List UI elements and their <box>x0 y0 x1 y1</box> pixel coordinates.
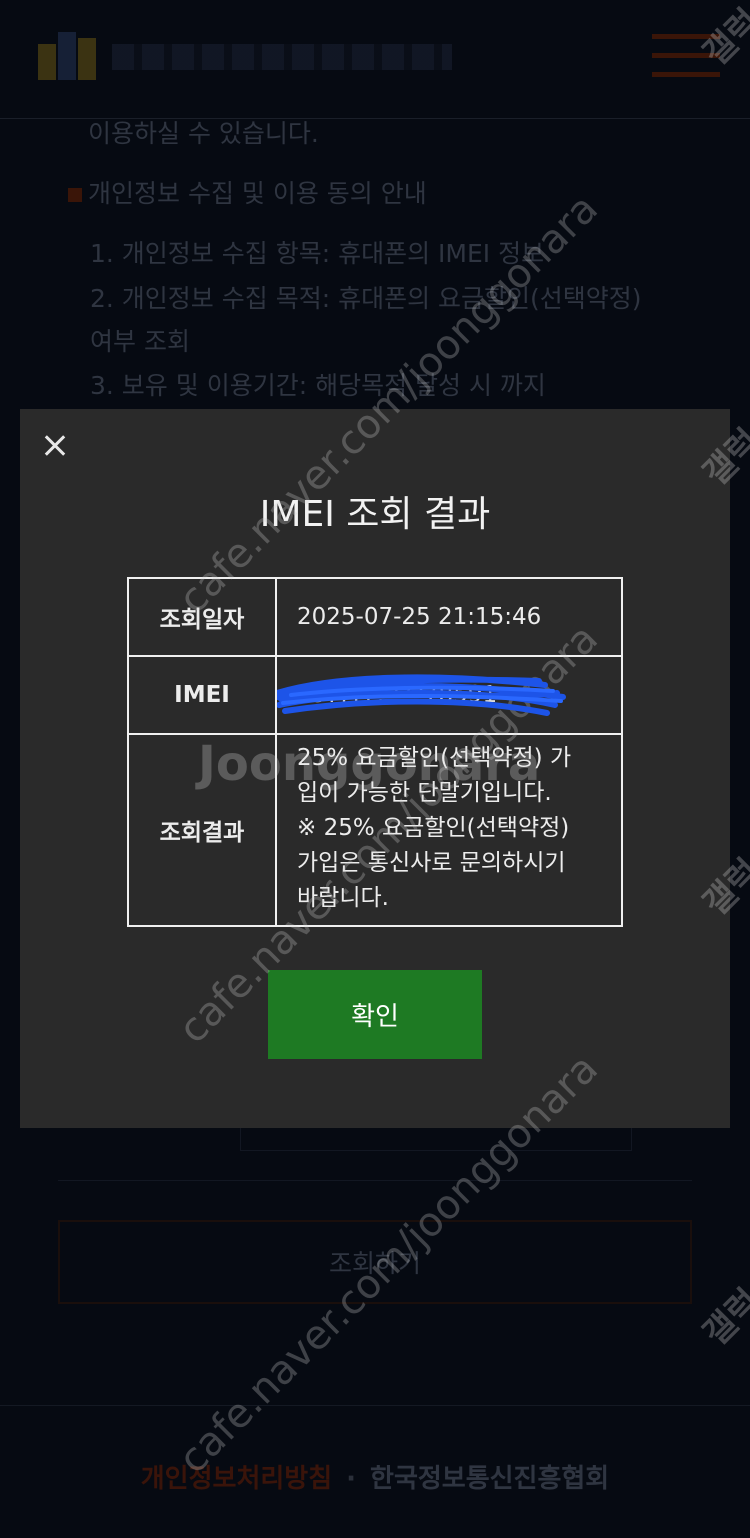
close-icon[interactable] <box>38 429 72 463</box>
bg-divider <box>58 1180 692 1181</box>
site-logo[interactable] <box>38 32 96 80</box>
table-row: 조회결과 25% 요금할인(선택약정) 가 입이 가능한 단말기입니다. ※ 2… <box>127 733 623 927</box>
lookup-button[interactable]: 조회하기 <box>58 1220 692 1304</box>
bg-text-line: 이용하실 수 있습니다. <box>88 119 319 148</box>
site-header <box>0 0 750 119</box>
bullet-icon <box>68 188 82 202</box>
footer-separator: · <box>346 1464 357 1494</box>
result-message-line: 가입은 통신사로 문의하시기 <box>297 850 566 876</box>
modal-title: IMEI 조회 결과 <box>259 494 491 535</box>
association-link[interactable]: 한국정보통신진흥협회 <box>370 1464 609 1494</box>
date-label: 조회일자 <box>127 577 277 657</box>
result-message-line: 바랍니다. <box>297 885 389 911</box>
date-value: 2025-07-25 21:15:46 <box>275 577 623 657</box>
bg-input-edge <box>240 1128 632 1151</box>
hamburger-menu-icon[interactable] <box>652 34 720 78</box>
table-row: 조회일자 2025-07-25 21:15:46 <box>127 577 623 657</box>
result-message-line: 입이 가능한 단말기입니다. <box>297 780 552 806</box>
watermark-side: 갤럭 <box>695 1281 750 1354</box>
privacy-policy-link[interactable]: 개인정보처리방침 <box>141 1464 332 1494</box>
bg-text-line: 1. 개인정보 수집 항목: 휴대폰의 IMEI 정보 <box>90 239 545 268</box>
result-table: 조회일자 2025-07-25 21:15:46 IMEI 35????????… <box>127 577 623 927</box>
bg-section-heading-text: 개인정보 수집 및 이용 동의 안내 <box>88 179 427 208</box>
footer-links: 개인정보처리방침 · 한국정보통신진흥협회 <box>0 1458 750 1495</box>
result-message-line: 25% 요금할인(선택약정) 가 <box>297 745 572 771</box>
table-row: IMEI 35????????78591 <box>127 655 623 735</box>
bg-text-line: 2. 개인정보 수집 목적: 휴대폰의 요금할인(선택약정) <box>90 284 642 313</box>
site-logo-text <box>112 44 452 70</box>
imei-value-cell: 35????????78591 <box>275 655 623 735</box>
confirm-button[interactable]: 확인 <box>268 970 482 1059</box>
imei-result-modal: IMEI 조회 결과 조회일자 2025-07-25 21:15:46 IMEI… <box>20 409 730 1128</box>
result-message-line: ※ 25% 요금할인(선택약정) <box>297 815 570 841</box>
bg-text-line: 여부 조회 <box>90 327 190 356</box>
bg-section-heading: 개인정보 수집 및 이용 동의 안내 <box>68 174 427 210</box>
footer-divider <box>0 1405 750 1406</box>
imei-label: IMEI <box>127 655 277 735</box>
result-label: 조회결과 <box>127 733 277 927</box>
bg-text-line: 3. 보유 및 이용기간: 해당목적 달성 시 까지 <box>90 371 546 400</box>
result-message: 25% 요금할인(선택약정) 가 입이 가능한 단말기입니다. ※ 25% 요금… <box>275 733 623 927</box>
redaction-scribble <box>278 674 566 716</box>
